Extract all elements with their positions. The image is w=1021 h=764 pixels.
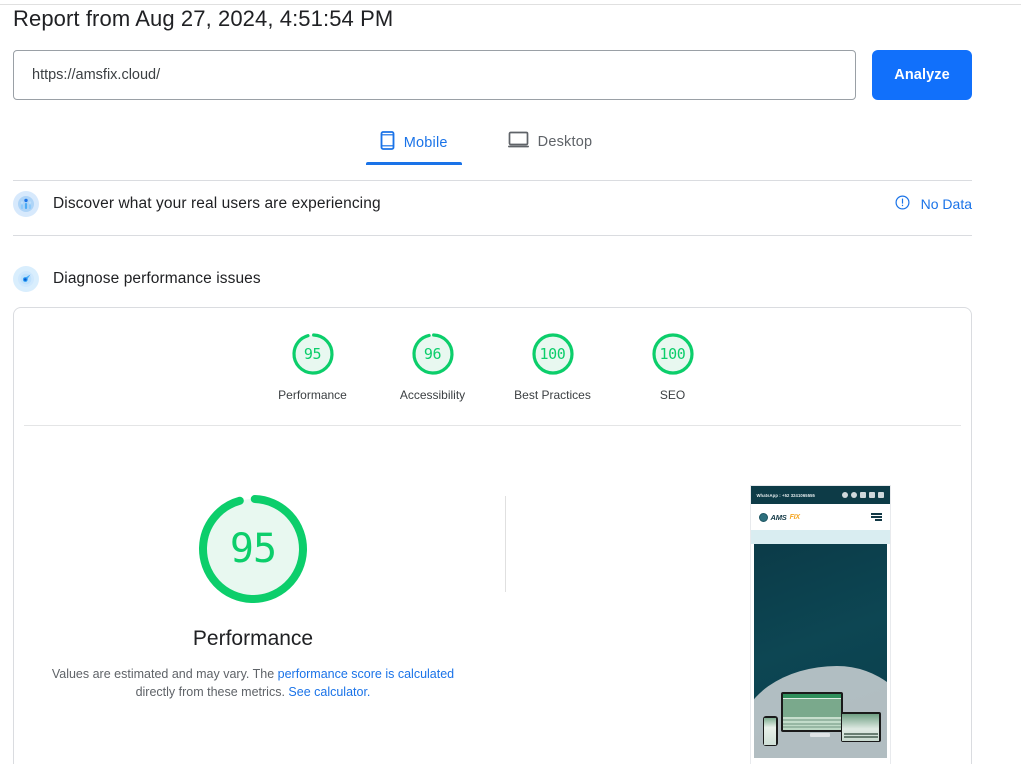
score-footnote: Values are estimated and may vary. The p… [38, 665, 468, 701]
gauge-value-performance: 95 [303, 345, 322, 363]
field-data-title: Discover what your real users are experi… [53, 195, 381, 212]
tab-desktop-label: Desktop [537, 134, 593, 150]
tab-mobile[interactable]: Mobile [365, 125, 462, 165]
mobile-icon [380, 131, 395, 155]
globe-icon [758, 512, 768, 522]
thumb-logo-main: AMS [770, 512, 787, 522]
gauge-best-practices[interactable]: 100 Best Practices [493, 308, 613, 402]
featured-performance-block: 95 Performance Values are estimated and … [14, 426, 492, 764]
featured-score-label: Performance [192, 627, 314, 650]
tab-mobile-label: Mobile [403, 135, 448, 151]
see-calculator-link[interactable]: See calculator. [288, 685, 370, 699]
instagram-icon [859, 492, 866, 498]
thumb-social-icons [841, 492, 884, 498]
gauge-performance[interactable]: 95 Performance [253, 308, 373, 402]
thumb-hero [753, 544, 887, 758]
gauge-label-seo: SEO [659, 388, 686, 402]
tab-active-underline [365, 162, 462, 165]
youtube-icon [877, 492, 884, 498]
thumb-tablet-mockup [840, 712, 881, 742]
thumb-monitor-stand [810, 733, 830, 737]
desktop-icon [507, 131, 529, 153]
field-data-status[interactable]: No Data [895, 184, 972, 224]
vertical-divider [505, 496, 506, 592]
featured-score-area: 95 Performance Values are estimated and … [14, 426, 971, 764]
gauge-ring-best-practices: 100 [528, 329, 578, 379]
thumb-whatsapp-text: WhatsApp : +52 3241065555 [756, 492, 815, 498]
device-tabs: Mobile Desktop [0, 125, 972, 165]
category-score-gauges: 95 Performance 96 Accessibility 100 Best… [14, 308, 971, 425]
thumb-topbar: WhatsApp : +52 3241065555 [750, 486, 890, 504]
lab-data-header: Diagnose performance issues [13, 259, 972, 299]
gauge-label-best-practices: Best Practices [514, 388, 591, 402]
url-input[interactable] [13, 50, 856, 100]
gauge-ring-accessibility: 96 [408, 329, 458, 379]
lighthouse-card: 95 Performance 96 Accessibility 100 Best… [13, 307, 972, 764]
gauge-accessibility[interactable]: 96 Accessibility [373, 308, 493, 402]
lighthouse-icon [13, 266, 39, 292]
thumb-monitor-screen [782, 694, 841, 730]
thumb-navbar: AMS FIX [750, 504, 890, 530]
tiktok-icon [868, 492, 875, 498]
pagespeed-report-page: Report from Aug 27, 2024, 4:51:54 PM Ana… [0, 0, 1021, 764]
field-data-header: Discover what your real users are experi… [13, 184, 972, 224]
gauge-ring-seo: 100 [648, 329, 698, 379]
hamburger-menu-icon [870, 513, 882, 521]
footnote-text-2: directly from these metrics. [135, 685, 289, 699]
thumb-logo: AMS FIX [758, 512, 801, 522]
whatsapp-icon [841, 492, 848, 498]
top-divider [0, 4, 1021, 5]
featured-score-value: 95 [229, 526, 277, 572]
lab-data-title: Diagnose performance issues [53, 270, 261, 287]
url-analyze-row: Analyze [13, 50, 972, 100]
site-thumbnail-wrap: WhatsApp : +52 3241065555 AMS FIX [669, 419, 971, 764]
page-title: Report from Aug 27, 2024, 4:51:54 PM [13, 6, 394, 31]
divider-above-field-data [13, 180, 972, 181]
real-users-icon [13, 191, 39, 217]
gauge-ring-performance: 95 [288, 329, 338, 379]
gauge-label-accessibility: Accessibility [399, 388, 466, 402]
status-badge: No Data [920, 196, 972, 212]
gauge-ring-featured: 95 [193, 489, 313, 609]
thumb-phone-screen [764, 717, 776, 745]
divider-below-field-data [13, 235, 972, 236]
thumb-strip [750, 530, 890, 544]
footnote-text-1: Values are estimated and may vary. The [51, 667, 278, 681]
tab-desktop[interactable]: Desktop [494, 125, 607, 163]
thumb-phone-mockup [762, 716, 778, 746]
site-screenshot: WhatsApp : +52 3241065555 AMS FIX [749, 485, 891, 764]
performance-score-link[interactable]: performance score is calculated [278, 667, 454, 681]
analyze-button[interactable]: Analyze [872, 50, 972, 100]
thumb-monitor-mockup [780, 692, 843, 732]
gauge-value-best-practices: 100 [539, 345, 566, 363]
gauge-value-seo: 100 [659, 345, 686, 363]
gauge-seo[interactable]: 100 SEO [613, 308, 733, 402]
facebook-icon [850, 492, 857, 498]
gauge-value-accessibility: 96 [423, 345, 442, 363]
gauge-label-performance: Performance [278, 388, 347, 402]
info-circle-icon [895, 195, 910, 213]
thumb-logo-accent: FIX [789, 513, 801, 521]
